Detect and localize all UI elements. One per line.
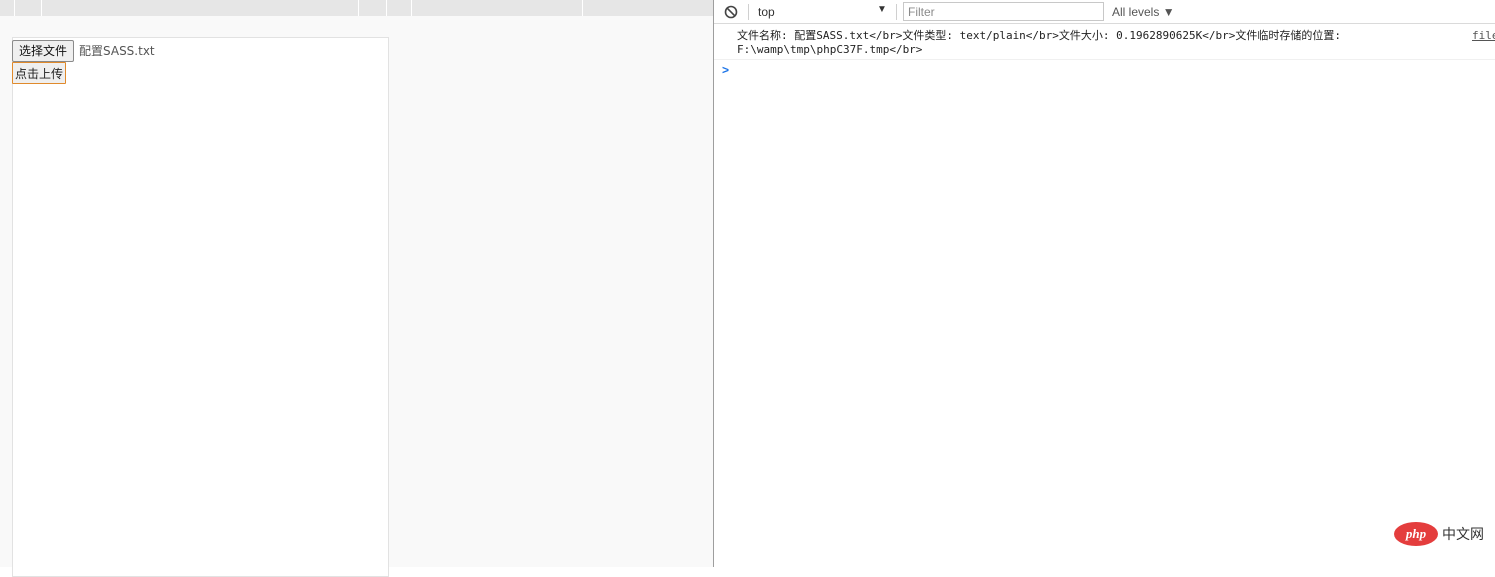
console-prompt-icon[interactable]: > xyxy=(722,63,729,77)
top-strip xyxy=(0,0,713,16)
file-input-row: 选择文件 配置SASS.txt xyxy=(12,39,155,62)
toolbar-divider xyxy=(748,4,749,20)
selected-file-name: 配置SASS.txt xyxy=(79,44,155,58)
levels-label: All levels xyxy=(1112,5,1160,19)
filter-input[interactable] xyxy=(903,2,1104,21)
context-selector[interactable]: top xyxy=(758,3,888,21)
block-icon[interactable] xyxy=(724,5,738,19)
choose-file-button[interactable]: 选择文件 xyxy=(12,39,75,62)
strip-divider xyxy=(386,0,387,16)
strip-divider xyxy=(14,0,15,16)
strip-divider xyxy=(411,0,412,16)
triangle-down-icon: ▼ xyxy=(1162,5,1175,19)
strip-divider xyxy=(41,0,42,16)
log-levels-dropdown[interactable]: All levels ▼ xyxy=(1112,3,1175,21)
console-toolbar: top ▼ All levels ▼ xyxy=(714,0,1495,24)
log-source-link[interactable]: file xyxy=(1472,29,1495,42)
strip-divider xyxy=(358,0,359,16)
toolbar-divider xyxy=(896,4,897,20)
log-line: 文件名称: 配置SASS.txt</br>文件类型: text/plain</b… xyxy=(737,29,1341,42)
console-panel: top ▼ All levels ▼ 文件名称: 配置SASS.txt</br>… xyxy=(714,0,1495,567)
watermark-text: 中文网 xyxy=(1442,527,1484,543)
php-logo: php xyxy=(1394,522,1438,546)
site-watermark: php 中文网 xyxy=(1394,522,1484,546)
log-message: 文件名称: 配置SASS.txt</br>文件类型: text/plain</b… xyxy=(737,29,1437,57)
triangle-down-icon: ▼ xyxy=(877,4,887,15)
strip-divider xyxy=(582,0,583,16)
upload-button[interactable]: 点击上传 xyxy=(12,62,67,84)
page-viewport: 选择文件 配置SASS.txt 点击上传 xyxy=(0,0,713,577)
page-content-frame xyxy=(12,37,389,577)
console-log-entry: 文件名称: 配置SASS.txt</br>文件类型: text/plain</b… xyxy=(714,25,1495,60)
log-line: F:\wamp\tmp\phpC37F.tmp</br> xyxy=(737,43,923,56)
